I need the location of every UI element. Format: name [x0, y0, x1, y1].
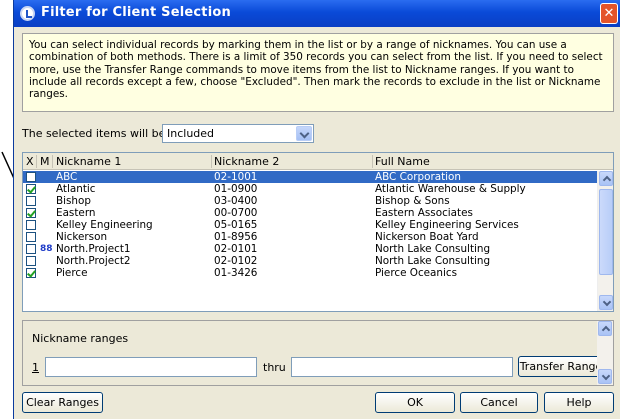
ranges-scroll-down-button[interactable]: [598, 369, 612, 384]
cancel-label: Cancel: [480, 396, 518, 409]
row-checkbox[interactable]: [26, 208, 36, 218]
ranges-label: Nickname ranges: [32, 332, 129, 345]
ranges-scroll-up-button[interactable]: [598, 321, 612, 336]
clear-ranges-button[interactable]: Clear Ranges: [22, 392, 103, 413]
row-nickname1: North.Project1: [56, 243, 131, 255]
title-bar: Filter for Client Selection ✕: [14, 0, 620, 27]
row-checkbox[interactable]: [26, 268, 36, 278]
info-text: You can select individual records by mar…: [22, 33, 614, 112]
column-header-nickname1[interactable]: Nickname 1: [56, 155, 121, 168]
column-divider: [52, 155, 53, 168]
app-icon: [20, 6, 35, 21]
column-header-x[interactable]: X: [26, 155, 34, 168]
range-from-input[interactable]: [45, 357, 257, 377]
ranges-scrollbar[interactable]: [597, 321, 613, 385]
table-row[interactable]: North.Project2 02-0102 North Lake Consulti…: [23, 255, 599, 267]
ok-label: OK: [407, 396, 423, 409]
row-nickname2: 05-0165: [214, 219, 258, 231]
filter-dialog: Filter for Client Selection ✕ You can se…: [13, 0, 620, 419]
cancel-button[interactable]: Cancel: [460, 392, 538, 413]
table-row[interactable]: ABC 02-1001 ABC Corporation: [23, 171, 599, 183]
scroll-down-button[interactable]: [599, 295, 613, 310]
help-label: Help: [566, 396, 592, 409]
row-nickname1: Pierce: [56, 267, 88, 279]
table-row[interactable]: Bishop 03-0400 Bishop & Sons: [23, 195, 599, 207]
close-button[interactable]: ✕: [600, 3, 618, 24]
row-nickname1: ABC: [56, 171, 78, 183]
row-nickname2: 02-0102: [214, 255, 258, 267]
chevron-down-icon[interactable]: [296, 126, 312, 141]
ok-button[interactable]: OK: [375, 392, 455, 413]
scroll-up-button[interactable]: [599, 171, 613, 186]
row-fullname: Pierce Oceanics: [375, 267, 458, 279]
table-row[interactable]: Eastern 00-0700 Eastern Associates: [23, 207, 599, 219]
row-nickname2: 03-0400: [214, 195, 258, 207]
row-nickname1: Nickerson: [56, 231, 108, 243]
column-header-nickname2[interactable]: Nickname 2: [214, 155, 279, 168]
range-to-input[interactable]: [291, 357, 513, 377]
row-nickname2: 02-1001: [214, 171, 258, 183]
records-list[interactable]: X M Nickname 1 Nickname 2 Full Name ABC 0…: [22, 152, 614, 312]
column-divider: [36, 155, 37, 168]
clear-ranges-label: Clear Ranges: [26, 396, 99, 409]
row-fullname: Kelley Engineering Services: [375, 219, 519, 231]
list-scrollbar[interactable]: [597, 171, 613, 311]
column-divider: [211, 155, 212, 168]
table-row[interactable]: 88 North.Project1 02-0101 North Lake Consul…: [23, 243, 599, 255]
table-row[interactable]: Atlantic 01-0900 Atlantic Warehouse & Supp…: [23, 183, 599, 195]
transfer-range-label: Transfer Range: [519, 360, 603, 373]
row-fullname: Atlantic Warehouse & Supply: [375, 183, 526, 195]
column-divider: [372, 155, 373, 168]
table-row[interactable]: Pierce 01-3426 Pierce Oceanics: [23, 267, 599, 279]
thru-label: thru: [263, 361, 286, 374]
table-row[interactable]: Kelley Engineering 05-0165 Kelley Engineer…: [23, 219, 599, 231]
help-button[interactable]: Help: [544, 392, 614, 413]
row-fullname: North Lake Consulting: [375, 255, 491, 267]
range-row-number: 1: [32, 361, 39, 374]
transfer-range-button[interactable]: Transfer Range: [518, 356, 604, 377]
row-nickname2: 01-3426: [214, 267, 258, 279]
row-checkbox[interactable]: [26, 172, 36, 182]
row-nickname1: Kelley Engineering: [56, 219, 153, 231]
row-nickname1: North.Project2: [56, 255, 131, 267]
selected-items-label: The selected items will be: [22, 127, 166, 140]
row-checkbox[interactable]: [26, 232, 36, 242]
row-checkbox[interactable]: [26, 196, 36, 206]
window-title: Filter for Client Selection: [41, 5, 231, 20]
row-fullname: Nickerson Boat Yard: [375, 231, 479, 243]
row-checkbox[interactable]: [26, 244, 36, 254]
list-header: X M Nickname 1 Nickname 2 Full Name: [23, 153, 613, 170]
row-fullname: North Lake Consulting: [375, 243, 491, 255]
column-header-m[interactable]: M: [40, 155, 50, 168]
row-fullname: Bishop & Sons: [375, 195, 450, 207]
selected-items-dropdown[interactable]: Included: [162, 124, 314, 143]
row-checkbox[interactable]: [26, 256, 36, 266]
row-nickname2: 01-8956: [214, 231, 258, 243]
list-rows: ABC 02-1001 ABC Corporation Atlantic 01-0900…: [23, 171, 599, 279]
selected-items-value: Included: [167, 127, 215, 140]
table-row[interactable]: Nickerson 01-8956 Nickerson Boat Yard: [23, 231, 599, 243]
binoculars-icon: 88: [40, 244, 53, 254]
nickname-ranges-panel: Nickname ranges 1 thru Transfer Range: [22, 320, 614, 386]
scroll-thumb[interactable]: [599, 189, 613, 275]
row-nickname2: 00-0700: [214, 207, 258, 219]
column-header-fullname[interactable]: Full Name: [375, 155, 430, 168]
row-fullname: Eastern Associates: [375, 207, 473, 219]
row-nickname1: Atlantic: [56, 183, 96, 195]
row-nickname1: Eastern: [56, 207, 96, 219]
row-fullname: ABC Corporation: [375, 171, 461, 183]
row-checkbox[interactable]: [26, 184, 36, 194]
row-nickname2: 02-0101: [214, 243, 258, 255]
row-checkbox[interactable]: [26, 220, 36, 230]
row-nickname1: Bishop: [56, 195, 91, 207]
row-nickname2: 01-0900: [214, 183, 258, 195]
